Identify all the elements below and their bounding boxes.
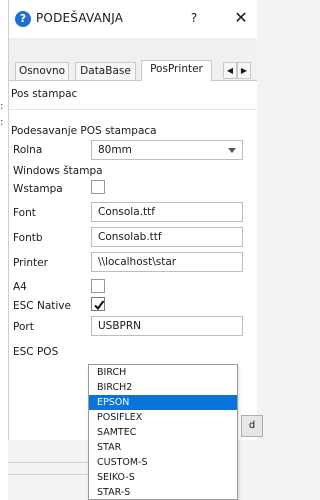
divider [8,474,88,475]
tab-strip: Osnovno DataBase PosPrinter ◀ ▶ [9,60,257,81]
windows-stampa-label: Windows štampa [13,165,103,177]
printer-field[interactable] [91,252,243,272]
left-window-edge: : : [0,0,8,500]
rolna-value: 80mm [98,144,132,156]
font-label: Font [13,207,36,219]
rolna-label: Rolna [13,144,43,156]
font-field[interactable] [91,202,243,222]
dropdown-option[interactable]: SAMTEC [89,425,237,440]
tab-database[interactable]: DataBase [75,62,136,80]
dropdown-option[interactable]: SEIKO-S [89,470,237,485]
close-button[interactable]: ✕ [231,8,251,28]
divider [8,462,88,463]
esc-pos-label: ESC POS [13,346,59,358]
wstampa-checkbox[interactable] [91,180,105,194]
help-icon: ? [15,11,31,27]
fontb-label: Fontb [13,232,43,244]
dropdown-option[interactable]: BIRCH2 [89,380,237,395]
tab-posprinter[interactable]: PosPrinter [141,60,212,81]
esc-native-label: ESC Native [13,300,71,312]
help-button[interactable]: ? [184,8,204,28]
esc-native-checkbox[interactable] [91,297,105,311]
dropdown-option-selected[interactable]: EPSON [89,395,237,410]
port-field[interactable] [91,316,243,336]
chevron-down-icon [228,148,236,153]
tab-scroll-right-icon[interactable]: ▶ [237,62,251,79]
edge-glyph: : [0,117,4,128]
dropdown-option[interactable]: STAR-S [89,485,237,500]
a4-label: A4 [13,281,27,293]
partially-hidden-button[interactable]: d [241,415,263,437]
section-title: Pos stampac [11,88,78,100]
edge-glyph: : [0,101,4,112]
wstampa-label: Wstampa [13,183,63,195]
rolna-select[interactable]: 80mm [91,140,243,160]
window-title: PODEŠAVANJA [36,11,124,25]
dropdown-option[interactable]: STAR [89,440,237,455]
tab-osnovno[interactable]: Osnovno [15,62,69,80]
divider [9,109,257,110]
a4-checkbox[interactable] [91,279,105,293]
esc-pos-dropdown-list[interactable]: BIRCH BIRCH2 EPSON POSIFLEX SAMTEC STAR … [88,364,238,500]
group-title: Podesavanje POS stampaca [11,125,157,137]
tab-scroll-left-icon[interactable]: ◀ [223,62,237,79]
dropdown-option[interactable]: POSIFLEX [89,410,237,425]
dropdown-option[interactable]: BIRCH [89,365,237,380]
title-bar: ? PODEŠAVANJA ? ✕ [9,0,257,38]
dropdown-option[interactable]: CUSTOM-S [89,455,237,470]
checkmark-icon [94,300,105,311]
port-label: Port [13,321,34,333]
printer-label: Printer [13,257,48,269]
fontb-field[interactable] [91,227,243,247]
